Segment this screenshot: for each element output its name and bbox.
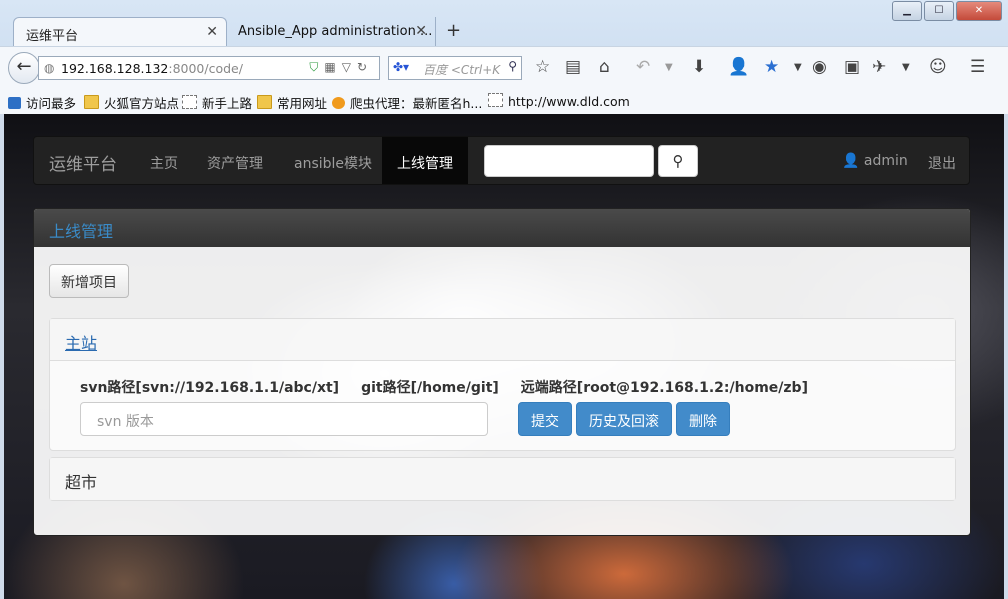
home-icon[interactable]: ⌂ bbox=[599, 57, 610, 77]
baidu-icon[interactable]: ✤▾ bbox=[393, 60, 409, 74]
back-button[interactable]: ← bbox=[8, 52, 40, 84]
project-header[interactable]: 超市 bbox=[50, 458, 955, 500]
dropdown-icon[interactable]: ▽ bbox=[342, 60, 357, 74]
submit-button[interactable]: 提交 bbox=[518, 402, 572, 436]
deploy-panel: 上线管理 新增项目 主站 svn路径[svn://192.168.1.1/abc… bbox=[33, 208, 971, 536]
bookmark-label: 爬虫代理：最新匿名h... bbox=[350, 96, 483, 111]
browser-chrome: 运维平台 ✕ Ansible_App administration ... ✕ … bbox=[0, 0, 1008, 114]
bookmark-label: http://www.dld.com bbox=[508, 94, 630, 109]
project-card: 超市 bbox=[49, 457, 956, 501]
search-icon: ⚲ bbox=[672, 152, 684, 170]
download-icon[interactable]: ⬇ bbox=[692, 57, 706, 77]
app-search-input[interactable] bbox=[484, 145, 654, 177]
close-icon[interactable]: ✕ bbox=[415, 23, 427, 39]
reading-list-icon[interactable]: ▤ bbox=[565, 57, 581, 77]
search-icon[interactable]: ⚲ bbox=[508, 59, 517, 73]
logout-link[interactable]: 退出 bbox=[928, 153, 956, 173]
undo-icon[interactable]: ↶ bbox=[636, 57, 650, 77]
bookmark-item[interactable]: 常用网址 bbox=[257, 93, 327, 112]
browser-toolbar: ← ◍ 192.168.128.132:8000/code/ ⛉▦▽↻ ✤▾ 百… bbox=[0, 46, 1008, 89]
addon-icon[interactable]: ◉ bbox=[812, 57, 827, 77]
user-icon[interactable]: 👤 bbox=[728, 57, 749, 77]
bug-icon bbox=[332, 97, 345, 109]
bookmark-label: 火狐官方站点 bbox=[104, 96, 180, 111]
new-tab-button[interactable]: + bbox=[446, 20, 461, 41]
tab-strip: 运维平台 ✕ Ansible_App administration ... ✕ … bbox=[0, 0, 1008, 46]
user-icon: 👤 bbox=[842, 153, 860, 169]
url-path: :8000/code/ bbox=[168, 61, 243, 76]
folder-icon bbox=[257, 95, 272, 109]
extension-star-icon[interactable]: ★ bbox=[764, 57, 779, 77]
folder-icon bbox=[84, 95, 99, 109]
version-placeholder: svn 版本 bbox=[97, 414, 154, 430]
bookmark-label: 常用网址 bbox=[277, 96, 328, 111]
app-brand[interactable]: 运维平台 bbox=[49, 150, 117, 175]
address-bar[interactable]: ◍ 192.168.128.132:8000/code/ ⛉▦▽↻ bbox=[38, 56, 380, 80]
profile-icon[interactable]: ▣ bbox=[844, 57, 860, 77]
svn-path: svn路径[svn://192.168.1.1/abc/xt] bbox=[80, 380, 340, 396]
close-window-button[interactable]: ✕ bbox=[956, 1, 1002, 21]
app-search-button[interactable]: ⚲ bbox=[658, 145, 698, 177]
nav-assets[interactable]: 资产管理 bbox=[207, 153, 263, 173]
tab-ansible[interactable]: Ansible_App administration ... ✕ bbox=[226, 17, 436, 46]
bookmark-item[interactable]: 火狐官方站点 bbox=[84, 93, 179, 112]
qr-icon[interactable]: ▦ bbox=[324, 60, 341, 74]
history-rollback-button[interactable]: 历史及回滚 bbox=[576, 402, 672, 436]
bookmark-item[interactable]: 访问最多 bbox=[8, 93, 76, 112]
remote-path: 远端路径[root@192.168.1.2:/home/zb] bbox=[520, 380, 808, 396]
page-viewport: 运维平台 主页 资产管理 ansible模块 上线管理 ⚲ 👤 admin 退出… bbox=[4, 114, 1004, 599]
add-project-button[interactable]: 新增项目 bbox=[49, 264, 129, 298]
delete-button[interactable]: 删除 bbox=[676, 402, 730, 436]
maximize-button[interactable]: ☐ bbox=[924, 1, 954, 21]
chevron-down-icon[interactable]: ▼ bbox=[902, 62, 910, 73]
star-icon[interactable]: ☆ bbox=[535, 57, 550, 77]
tab-active[interactable]: 运维平台 ✕ bbox=[13, 17, 227, 46]
project-card: 主站 svn路径[svn://192.168.1.1/abc/xt] git路径[… bbox=[49, 318, 956, 451]
search-placeholder: 百度 <Ctrl+K bbox=[423, 63, 501, 77]
bookmarks-bar: 访问最多 火狐官方站点 新手上路 常用网址 爬虫代理：最新匿名h... http… bbox=[0, 88, 1008, 114]
user-link[interactable]: 👤 admin bbox=[842, 153, 908, 169]
bookmark-item[interactable]: 爬虫代理：最新匿名h... bbox=[332, 93, 482, 112]
minimize-button[interactable]: ▁ bbox=[892, 1, 922, 21]
chevron-down-icon[interactable]: ▼ bbox=[794, 62, 802, 73]
svn-version-input[interactable]: svn 版本 bbox=[80, 402, 488, 436]
project-title-link[interactable]: 主站 bbox=[65, 334, 97, 353]
globe-icon: ◍ bbox=[44, 61, 55, 75]
bookmark-item[interactable]: http://www.dld.com bbox=[488, 93, 630, 109]
bookmark-item[interactable]: 新手上路 bbox=[182, 93, 252, 112]
tab-label: 运维平台 bbox=[26, 29, 79, 44]
panel-title: 上线管理 bbox=[34, 209, 970, 247]
bookmark-label: 访问最多 bbox=[26, 96, 77, 111]
sync-icon[interactable]: ✈ bbox=[872, 57, 886, 77]
close-icon[interactable]: ✕ bbox=[206, 24, 218, 40]
firefox-icon bbox=[8, 97, 21, 109]
window-controls: ▁ ☐ ✕ bbox=[890, 1, 1002, 21]
git-path: git路径[/home/git] bbox=[361, 380, 499, 396]
menu-icon[interactable]: ☰ bbox=[970, 57, 985, 77]
project-header: 主站 bbox=[50, 319, 955, 361]
bookmark-label: 新手上路 bbox=[202, 96, 253, 111]
url-host: 192.168.128.132 bbox=[61, 61, 169, 76]
app-navbar: 运维平台 主页 资产管理 ansible模块 上线管理 ⚲ 👤 admin 退出 bbox=[33, 136, 970, 185]
username: admin bbox=[863, 153, 908, 169]
search-box[interactable]: ✤▾ 百度 <Ctrl+K ⚲ bbox=[388, 56, 522, 80]
page-icon bbox=[488, 93, 503, 107]
page-icon bbox=[182, 95, 197, 109]
project-title: 超市 bbox=[65, 473, 98, 492]
chevron-down-icon[interactable]: ▼ bbox=[665, 62, 673, 73]
project-paths: svn路径[svn://192.168.1.1/abc/xt] git路径[/ho… bbox=[80, 377, 830, 397]
nav-ansible[interactable]: ansible模块 bbox=[294, 153, 372, 173]
shield-icon[interactable]: ⛉ bbox=[309, 60, 324, 74]
chat-icon[interactable]: ☺ bbox=[929, 57, 947, 77]
nav-home[interactable]: 主页 bbox=[150, 153, 178, 173]
url-action-icons: ⛉▦▽↻ bbox=[309, 60, 373, 75]
nav-deploy[interactable]: 上线管理 bbox=[382, 137, 468, 184]
tab-label: Ansible_App administration ... bbox=[238, 24, 433, 39]
reload-icon[interactable]: ↻ bbox=[357, 60, 373, 74]
